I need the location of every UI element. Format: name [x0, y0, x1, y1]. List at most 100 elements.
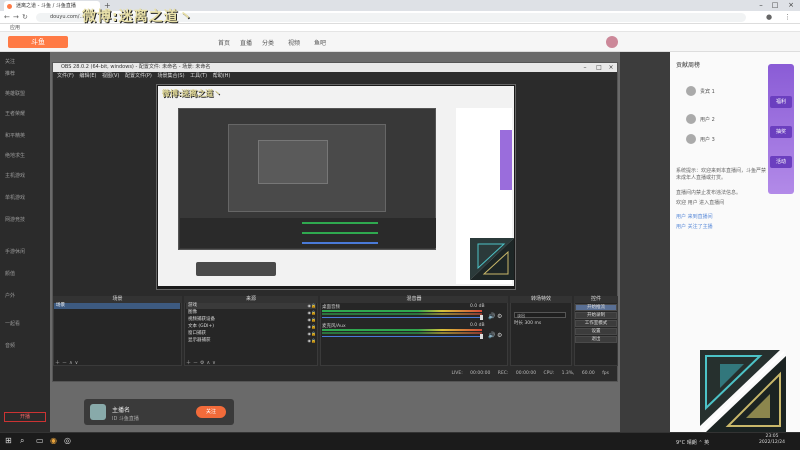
- sidebar-item[interactable]: 音频: [5, 342, 15, 349]
- obs-menu-profile[interactable]: 配置文件(P): [125, 73, 152, 79]
- visibility-icon[interactable]: ◉🔒: [308, 338, 316, 344]
- sidebar-item[interactable]: 王者荣耀: [5, 110, 25, 117]
- sidebar-item[interactable]: 颜值: [5, 270, 15, 277]
- source-item[interactable]: 文本 (GDI+) ◉🔒: [186, 324, 316, 330]
- obs-menu-file[interactable]: 文件(F): [57, 73, 74, 79]
- volume-slider-handle[interactable]: [480, 315, 483, 320]
- source-item[interactable]: 显示器捕获 ◉🔒: [186, 338, 316, 344]
- triangle-art-overlay: [700, 350, 786, 432]
- sidebar-item[interactable]: 关注: [5, 58, 15, 65]
- minimize-button[interactable]: –: [754, 0, 768, 11]
- studio-mode-button[interactable]: 工作室模式: [575, 320, 617, 327]
- obs-menu-edit[interactable]: 编辑(E): [79, 73, 96, 79]
- chat-title: 贡献周榜: [676, 62, 701, 69]
- visibility-icon[interactable]: ◉🔒: [308, 310, 316, 316]
- nav-link-fishbar[interactable]: 鱼吧: [314, 38, 326, 47]
- source-item[interactable]: 窗口捕获 ◉🔒: [186, 331, 316, 337]
- obs-title-bar: OBS 28.0.2 (64-bit, windows) - 配置文件: 未命名…: [53, 63, 617, 72]
- bookmark-apps[interactable]: 应用: [10, 25, 20, 31]
- obs-menu-tools[interactable]: 工具(T): [190, 73, 207, 79]
- nav-link-home[interactable]: 首页: [218, 38, 230, 47]
- reload-icon[interactable]: ↻: [22, 13, 28, 22]
- scenes-toolbar[interactable]: ＋－∧∨: [53, 360, 182, 366]
- start-recording-button[interactable]: 开始录制: [575, 312, 617, 319]
- obs-menu-view[interactable]: 视图(V): [102, 73, 119, 79]
- sidebar-item[interactable]: 推荐: [5, 70, 15, 77]
- maximize-button[interactable]: □: [768, 0, 782, 11]
- visibility-icon[interactable]: ◉🔒: [308, 303, 316, 309]
- browser-tab-title: 迷离之道 - 斗鱼 / 斗鱼直播: [16, 3, 76, 9]
- user-avatar[interactable]: [606, 36, 618, 48]
- rank-row: 贵宾 1: [700, 89, 715, 95]
- sidebar-item[interactable]: 绝地求生: [5, 152, 25, 159]
- transition-select[interactable]: 淡出: [514, 312, 566, 318]
- forward-icon[interactable]: →: [13, 13, 19, 22]
- go-live-button[interactable]: 开播: [4, 412, 46, 422]
- settings-button[interactable]: 设置: [575, 328, 617, 335]
- nav-link-video[interactable]: 视频: [288, 38, 300, 47]
- promo-badge[interactable]: 抽奖: [770, 126, 792, 138]
- close-button[interactable]: ×: [784, 0, 798, 11]
- preview-meter: [302, 232, 378, 234]
- obs-menu-scene-collection[interactable]: 场景集合(S): [157, 73, 184, 79]
- search-icon[interactable]: ⌕: [20, 436, 24, 446]
- promo-badge[interactable]: 福利: [770, 96, 792, 108]
- sidebar-item[interactable]: 手游休闲: [5, 248, 25, 255]
- sidebar-item[interactable]: 一起看: [5, 320, 20, 327]
- site-sidebar: [0, 52, 50, 432]
- obs-icon[interactable]: ◎: [64, 436, 71, 446]
- chrome-icon[interactable]: ◉: [50, 436, 57, 446]
- obs-close-button[interactable]: ×: [604, 63, 618, 72]
- rank-avatar[interactable]: [686, 114, 696, 124]
- preview-meter: [302, 222, 378, 224]
- gear-icon[interactable]: ⚙: [497, 313, 502, 320]
- mixer-dock-header: 混音器: [320, 296, 508, 303]
- sidebar-item[interactable]: 和平精英: [5, 132, 25, 139]
- nav-link-live[interactable]: 直播: [240, 38, 252, 47]
- profile-icon[interactable]: ●: [766, 13, 772, 22]
- system-tray[interactable]: 9°C 晴朗 ⌃ 英: [676, 439, 709, 446]
- start-streaming-button[interactable]: 开始推流: [575, 304, 617, 311]
- sidebar-item[interactable]: 户外: [5, 292, 15, 299]
- menu-icon[interactable]: ⋮: [784, 13, 791, 22]
- scene-item[interactable]: 场景: [54, 303, 180, 309]
- taskbar-clock[interactable]: 23:05 2022/12/24: [752, 434, 792, 446]
- start-icon[interactable]: ⊞: [5, 436, 12, 446]
- source-item[interactable]: 图像 ◉🔒: [186, 310, 316, 316]
- rank-avatar[interactable]: [686, 86, 696, 96]
- scenes-dock-header: 场景: [53, 296, 182, 303]
- streamer-name[interactable]: 主播名: [112, 405, 130, 414]
- visibility-icon[interactable]: ◉🔒: [308, 317, 316, 323]
- sidebar-item[interactable]: 单机游戏: [5, 194, 25, 201]
- back-icon[interactable]: ←: [4, 13, 10, 22]
- exit-button[interactable]: 退出: [575, 336, 617, 343]
- obs-menu-help[interactable]: 帮助(H): [213, 73, 231, 79]
- clock-date: 2022/12/24: [759, 440, 785, 445]
- visibility-icon[interactable]: ◉🔒: [308, 331, 316, 337]
- follow-button[interactable]: 关注: [196, 406, 226, 418]
- obs-minimize-button[interactable]: –: [578, 63, 592, 72]
- source-item[interactable]: 游戏 ◉🔒: [186, 303, 316, 309]
- rank-avatar[interactable]: [686, 134, 696, 144]
- transition-duration[interactable]: 时长 300 ms: [514, 320, 541, 326]
- promo-badge[interactable]: 活动: [770, 156, 792, 168]
- speaker-icon[interactable]: 🔊: [488, 313, 495, 320]
- sidebar-item[interactable]: 网游竞技: [5, 216, 25, 223]
- chat-message: 用户 关注了主播: [676, 224, 713, 230]
- site-logo[interactable]: 斗鱼: [8, 36, 68, 48]
- volume-slider[interactable]: [322, 336, 482, 337]
- source-item[interactable]: 视频捕获设备 ◉🔒: [186, 317, 316, 323]
- visibility-icon[interactable]: ◉🔒: [308, 324, 316, 330]
- streamer-avatar[interactable]: [90, 404, 106, 420]
- volume-slider-handle[interactable]: [480, 334, 483, 339]
- sidebar-item[interactable]: 英雄联盟: [5, 90, 25, 97]
- transitions-dock-header: 转场特效: [510, 296, 572, 303]
- sources-toolbar[interactable]: ＋－⚙∧∨: [184, 360, 318, 366]
- nav-link-category[interactable]: 分类: [262, 38, 274, 47]
- sidebar-item[interactable]: 主机游戏: [5, 172, 25, 179]
- speaker-icon[interactable]: 🔊: [488, 332, 495, 339]
- file-explorer-icon[interactable]: ▭: [36, 436, 44, 446]
- chat-message: 用户 来到直播间: [676, 214, 713, 220]
- volume-slider[interactable]: [322, 317, 482, 318]
- gear-icon[interactable]: ⚙: [497, 332, 502, 339]
